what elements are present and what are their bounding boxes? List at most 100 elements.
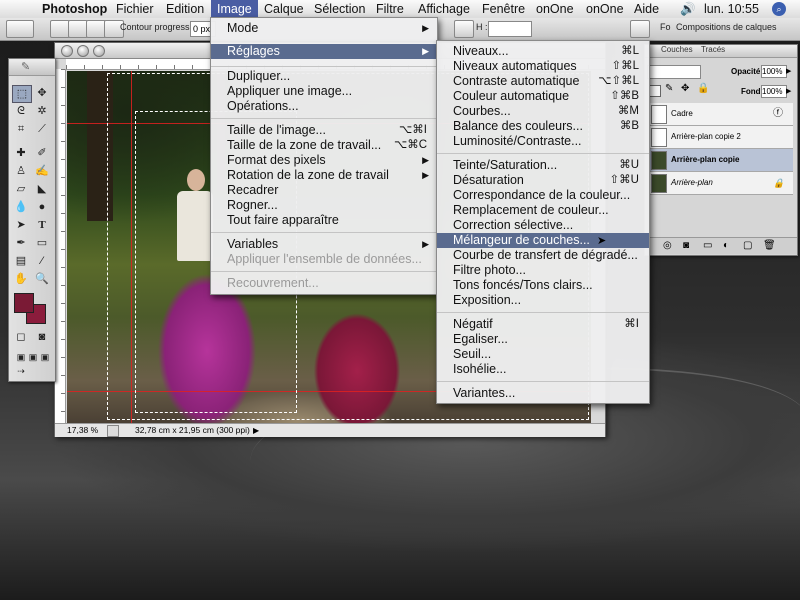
toolbox-palette[interactable]: ✎ ⬚ ✥ ᘓ ✲ ⌗ ⟋ ✚ ✐ ♙ ✍ ▱ ◣ 💧 ● ➤ T ✒ ▭ ▤ … [8,58,56,382]
zoom-level[interactable]: 17,38 % [67,424,98,437]
close-window-button[interactable] [61,45,73,57]
jump-to-imageready-icon[interactable]: ⇢ [12,363,30,379]
adjustments-submenu[interactable]: Niveaux... ⌘L Niveaux automatiques ⇧⌘L Con… [436,40,650,404]
height-input[interactable] [488,21,532,37]
opacity-arrow-icon[interactable]: ▶ [786,67,791,75]
menu-photoshop[interactable]: Photoshop [36,0,113,18]
menu-item-couleur-automatique[interactable]: Couleur automatique ⇧⌘B [437,89,649,104]
layer-row[interactable]: Cadre ⓕ [649,103,793,126]
shape-tool-icon[interactable]: ▭ [33,235,51,251]
foreground-color-swatch[interactable] [14,293,34,313]
menu-aide[interactable]: Aide [628,0,665,18]
new-selection-button[interactable] [50,20,70,38]
lock-transparency-icon[interactable] [649,85,661,97]
menu-image[interactable]: Image [211,0,258,18]
eyedropper-tool-icon[interactable]: ⁄ [33,253,51,269]
vertical-ruler[interactable] [55,69,66,424]
tab-paths[interactable]: Tracés [701,45,725,54]
menu-item-operations[interactable]: Opérations... [211,99,437,114]
screen-mode-full-icon[interactable]: ▣ [36,349,54,365]
crop-tool-icon[interactable]: ⌗ [12,121,30,137]
lock-position-icon[interactable]: ✥ [681,83,689,94]
menu-item-filtre-photo[interactable]: Filtre photo... [437,263,649,278]
menu-item-negatif[interactable]: Négatif ⌘I [437,317,649,332]
layers-palette-title-bar[interactable]: Couches Tracés [645,45,797,58]
zoom-window-button[interactable] [93,45,105,57]
menu-item-correction-selective[interactable]: Correction sélective... [437,218,649,233]
menu-item-luminosite-contraste[interactable]: Luminosité/Contraste... [437,134,649,149]
menu-fenetre[interactable]: Fenêtre [476,0,531,18]
menu-onone-1[interactable]: onOne [530,0,580,18]
tool-preset-picker[interactable] [6,20,34,38]
layer-row[interactable]: Arrière-plan 🔒 [649,172,793,195]
dodge-tool-icon[interactable]: ● [33,199,51,215]
quick-mask-mode-icon[interactable]: ◙ [33,329,51,345]
pen-tool-icon[interactable]: ✒ [12,235,30,251]
menu-item-niveaux-automatiques[interactable]: Niveaux automatiques ⇧⌘L [437,59,649,74]
opacity-input[interactable]: 100% [761,65,787,78]
status-arrow-icon[interactable]: ▶ [253,424,259,437]
path-selection-tool-icon[interactable]: ➤ [12,217,30,233]
menu-item-egaliser[interactable]: Egaliser... [437,332,649,347]
menu-item-melangeur-couches[interactable]: Mélangeur de couches... ➤ [437,233,649,248]
trash-icon[interactable]: 🗑 [763,240,776,251]
menu-affichage[interactable]: Affichage [412,0,476,18]
menu-item-courbe-transfert-degrade[interactable]: Courbe de transfert de dégradé... [437,248,649,263]
menu-item-courbes[interactable]: Courbes... ⌘M [437,104,649,119]
move-tool-icon[interactable]: ✥ [33,85,51,101]
minimize-window-button[interactable] [77,45,89,57]
status-menu-icon[interactable] [107,425,119,437]
menu-item-balance-couleurs[interactable]: Balance des couleurs... ⌘B [437,119,649,134]
menu-calque[interactable]: Calque [258,0,310,18]
magic-wand-tool-icon[interactable]: ✲ [33,103,51,119]
new-adjustment-layer-icon[interactable]: ◐ [723,240,729,251]
menu-item-recadrer[interactable]: Recadrer [211,183,437,198]
menu-item-rotation[interactable]: Rotation de la zone de travail ▶ [211,168,437,183]
menu-item-remplacement-couleur[interactable]: Remplacement de couleur... [437,203,649,218]
menu-edition[interactable]: Edition [160,0,210,18]
menu-item-niveaux[interactable]: Niveaux... ⌘L [437,44,649,59]
menu-item-tons-fonces-clairs[interactable]: Tons foncés/Tons clairs... [437,278,649,293]
menu-item-dupliquer[interactable]: Dupliquer... [211,69,437,84]
paint-bucket-tool-icon[interactable]: ◣ [33,181,51,197]
slice-tool-icon[interactable]: ⟋ [33,121,51,137]
menu-item-desaturation[interactable]: Désaturation ⇧⌘U [437,173,649,188]
tab-channels[interactable]: Couches [661,45,693,54]
menu-filtre[interactable]: Filtre [370,0,410,18]
new-set-icon[interactable]: ▭ [703,240,712,251]
lasso-tool-icon[interactable]: ᘓ [12,103,30,119]
rectangular-marquee-tool-icon[interactable]: ⬚ [12,85,32,103]
menubar-clock[interactable]: lun. 10:55 [698,0,765,18]
menu-item-rogner[interactable]: Rogner... [211,198,437,213]
palette-well-tab[interactable]: Fo [660,22,671,32]
brush-tool-icon[interactable]: ✐ [33,145,51,161]
menu-item-format-pixels[interactable]: Format des pixels ▶ [211,153,437,168]
menu-item-tout-faire-apparaitre[interactable]: Tout faire apparaître [211,213,437,228]
menu-item-teinte-saturation[interactable]: Teinte/Saturation... ⌘U [437,158,649,173]
menu-onone-2[interactable]: onOne [580,0,630,18]
menu-item-taille-zone-travail[interactable]: Taille de la zone de travail... ⌥⌘C [211,138,437,153]
healing-brush-tool-icon[interactable]: ✚ [12,145,30,161]
apple-menu-icon[interactable] [8,0,20,18]
eraser-tool-icon[interactable]: ▱ [12,181,30,197]
type-tool-icon[interactable]: T [33,217,51,233]
fill-arrow-icon[interactable]: ▶ [786,87,791,95]
blur-tool-icon[interactable]: 💧 [12,199,30,215]
spotlight-search-icon[interactable]: ⌕ [772,2,786,16]
standard-mode-icon[interactable]: ◻ [12,329,30,345]
notes-tool-icon[interactable]: ▤ [12,253,30,269]
menu-item-variables[interactable]: Variables ▶ [211,237,437,252]
add-mask-icon[interactable]: ◙ [683,240,689,251]
zoom-tool-icon[interactable]: 🔍 [33,271,51,287]
file-browser-button[interactable] [630,20,650,38]
layer-row[interactable]: Arrière-plan copie 2 [649,126,793,149]
layer-row-selected[interactable]: Arrière-plan copie [649,149,793,172]
clone-stamp-tool-icon[interactable]: ♙ [12,163,30,179]
history-brush-tool-icon[interactable]: ✍ [33,163,51,179]
menu-item-correspondance-couleur[interactable]: Correspondance de la couleur... [437,188,649,203]
lock-all-icon[interactable]: 🔒 [697,83,709,94]
menu-item-taille-image[interactable]: Taille de l'image... ⌥⌘I [211,123,437,138]
hand-tool-icon[interactable]: ✋ [12,271,30,287]
menu-fichier[interactable]: Fichier [110,0,160,18]
fill-input[interactable]: 100% [761,85,787,98]
